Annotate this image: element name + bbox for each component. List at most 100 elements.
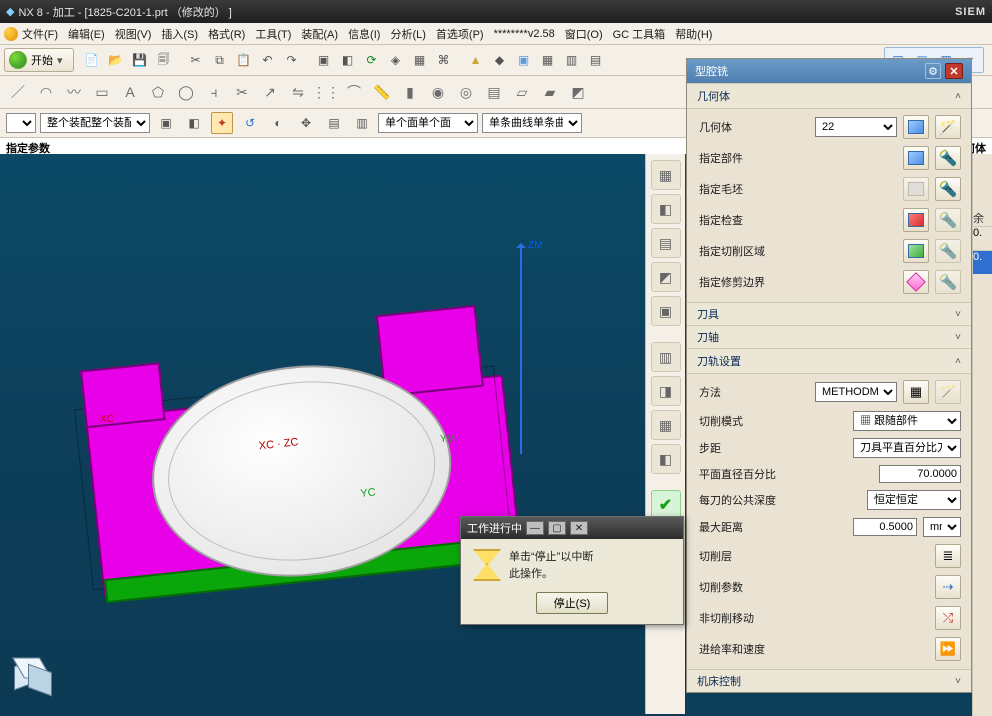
dialog-max-button[interactable]: ▢ — [548, 521, 566, 535]
vtool-h[interactable]: ▦ — [651, 410, 681, 440]
noncut-button[interactable]: ⤮ — [935, 606, 961, 630]
depth-select[interactable]: 恒定恒定 — [867, 490, 961, 510]
spec-trim-torch[interactable]: 🔦 — [935, 270, 961, 294]
refresh-button[interactable]: ⟳ — [361, 49, 383, 71]
menu-view[interactable]: 视图(V) — [115, 26, 152, 42]
step-select[interactable]: 刀具平直百分比刀具平直百分比 — [853, 438, 961, 458]
menu-insert[interactable]: 插入(S) — [161, 26, 198, 42]
vtool-f[interactable]: ▥ — [651, 342, 681, 372]
measure-icon[interactable]: 📏 — [370, 80, 394, 104]
vtool-a[interactable]: ▦ — [651, 160, 681, 190]
maxdist-field[interactable] — [853, 518, 917, 536]
group-a-button[interactable]: ▥ — [561, 49, 583, 71]
menu-tools[interactable]: 工具(T) — [255, 26, 291, 42]
extend-icon[interactable]: ↗ — [258, 80, 282, 104]
section-axis-header[interactable]: 刀轴 ˅ — [687, 325, 971, 348]
menu-file[interactable]: 文件(F) — [22, 26, 58, 42]
spec-cutarea-torch[interactable]: 🔦 — [935, 239, 961, 263]
cutmode-select[interactable]: ▦ 跟随部件 — [853, 411, 961, 431]
print-button[interactable]: 🗐 — [153, 49, 175, 71]
spline-icon[interactable]: 〰 — [62, 80, 86, 104]
stop-button[interactable]: 停止(S) — [536, 592, 608, 614]
vtool-c[interactable]: ▤ — [651, 228, 681, 258]
spec-part-button[interactable] — [903, 146, 929, 170]
section-tool-header[interactable]: 刀具 ˅ — [687, 302, 971, 325]
curve-filter-select[interactable]: 单条曲线单条曲线 — [482, 113, 582, 133]
cutlvl-button[interactable]: ≣ — [935, 544, 961, 568]
tool-e-button[interactable]: ⌘ — [433, 49, 455, 71]
section-geometry-header[interactable]: 几何体 ˄ — [687, 83, 971, 109]
geom-wand-button[interactable]: 🪄 — [935, 115, 961, 139]
text-icon[interactable]: A — [118, 80, 142, 104]
pct-field[interactable] — [879, 465, 961, 483]
cutparam-button[interactable]: ⇢ — [935, 575, 961, 599]
offset-icon[interactable]: ⫞ — [202, 80, 226, 104]
sel-highlight-button[interactable]: ✦ — [211, 112, 233, 134]
misc-c-icon[interactable]: ◩ — [566, 80, 590, 104]
menu-help[interactable]: 帮助(H) — [675, 26, 712, 42]
rect-icon[interactable]: ▭ — [90, 80, 114, 104]
pattern-icon[interactable]: ⋮⋮ — [314, 80, 338, 104]
close-icon[interactable]: ✕ — [945, 63, 963, 79]
face-filter-select[interactable]: 单个面单个面 — [378, 113, 478, 133]
sel-g-button[interactable]: ▥ — [351, 112, 373, 134]
vtool-b[interactable]: ◧ — [651, 194, 681, 224]
spec-check-torch[interactable]: 🔦 — [935, 208, 961, 232]
spec-check-button[interactable] — [903, 208, 929, 232]
copy-button[interactable]: ⧉ — [209, 49, 231, 71]
start-button[interactable]: 开始 ▾ — [4, 48, 74, 72]
group-b-button[interactable]: ▤ — [585, 49, 607, 71]
misc-b-icon[interactable]: ▰ — [538, 80, 562, 104]
undo-button[interactable]: ↶ — [257, 49, 279, 71]
maxdist-unit-select[interactable]: mmmm — [923, 517, 961, 537]
menu-edit[interactable]: 编辑(E) — [68, 26, 105, 42]
spec-part-torch[interactable]: 🔦 — [935, 146, 961, 170]
menu-window[interactable]: 窗口(O) — [565, 26, 603, 42]
menu-version[interactable]: ********v2.58 — [494, 28, 555, 40]
geom-select[interactable]: 22 — [815, 117, 897, 137]
rbar-row1[interactable]: 0. — [973, 226, 992, 250]
revolve-icon[interactable]: ◉ — [426, 80, 450, 104]
dialog-close-button[interactable]: ✕ — [570, 521, 588, 535]
feeds-button[interactable]: ⏩ — [935, 637, 961, 661]
ellipse-icon[interactable]: ◯ — [174, 80, 198, 104]
panel-header[interactable]: 型腔铣 ⚙ ✕ — [687, 59, 971, 83]
sel-c-button[interactable]: ↺ — [239, 112, 261, 134]
menu-preferences[interactable]: 首选项(P) — [436, 26, 484, 42]
geom-a-button[interactable]: ▲ — [465, 49, 487, 71]
arc-icon[interactable]: ◠ — [34, 80, 58, 104]
geom-edit-button[interactable] — [903, 115, 929, 139]
vtool-d[interactable]: ◩ — [651, 262, 681, 292]
geom-c-button[interactable]: ▣ — [513, 49, 535, 71]
rbar-row2[interactable]: 0. — [973, 250, 992, 274]
sel-e-button[interactable]: ✥ — [295, 112, 317, 134]
cut-button[interactable]: ✂ — [185, 49, 207, 71]
trim-icon[interactable]: ✂ — [230, 80, 254, 104]
line-icon[interactable]: ／ — [6, 80, 30, 104]
menu-assemblies[interactable]: 装配(A) — [301, 26, 338, 42]
sel-f-button[interactable]: ▤ — [323, 112, 345, 134]
menu-format[interactable]: 格式(R) — [208, 26, 245, 42]
gear-icon[interactable]: ⚙ — [925, 63, 941, 79]
misc-a-icon[interactable]: ▱ — [510, 80, 534, 104]
poly-icon[interactable]: ⬠ — [146, 80, 170, 104]
vtool-g[interactable]: ◨ — [651, 376, 681, 406]
hole-icon[interactable]: ◎ — [454, 80, 478, 104]
method-select[interactable]: METHODMETHOD — [815, 382, 897, 402]
save-button[interactable]: 💾 — [129, 49, 151, 71]
method-edit-button[interactable]: ▦ — [903, 380, 929, 404]
vtool-e[interactable]: ▣ — [651, 296, 681, 326]
section-mc-header[interactable]: 机床控制 ˅ — [687, 669, 971, 692]
assembly-scope-select[interactable]: 整个装配整个装配 — [40, 113, 150, 133]
sel-d-button[interactable]: ◐ — [267, 112, 289, 134]
paste-button[interactable]: 📋 — [233, 49, 255, 71]
new-file-button[interactable]: 📄 — [81, 49, 103, 71]
menu-gc-toolbox[interactable]: GC 工具箱 — [613, 26, 666, 42]
sel-b-button[interactable]: ◧ — [183, 112, 205, 134]
view-triad-icon[interactable] — [14, 662, 48, 702]
spec-trim-button[interactable] — [903, 270, 929, 294]
vtool-i[interactable]: ◧ — [651, 444, 681, 474]
tool-d-button[interactable]: ▦ — [409, 49, 431, 71]
redo-button[interactable]: ↷ — [281, 49, 303, 71]
spec-blank-button[interactable] — [903, 177, 929, 201]
